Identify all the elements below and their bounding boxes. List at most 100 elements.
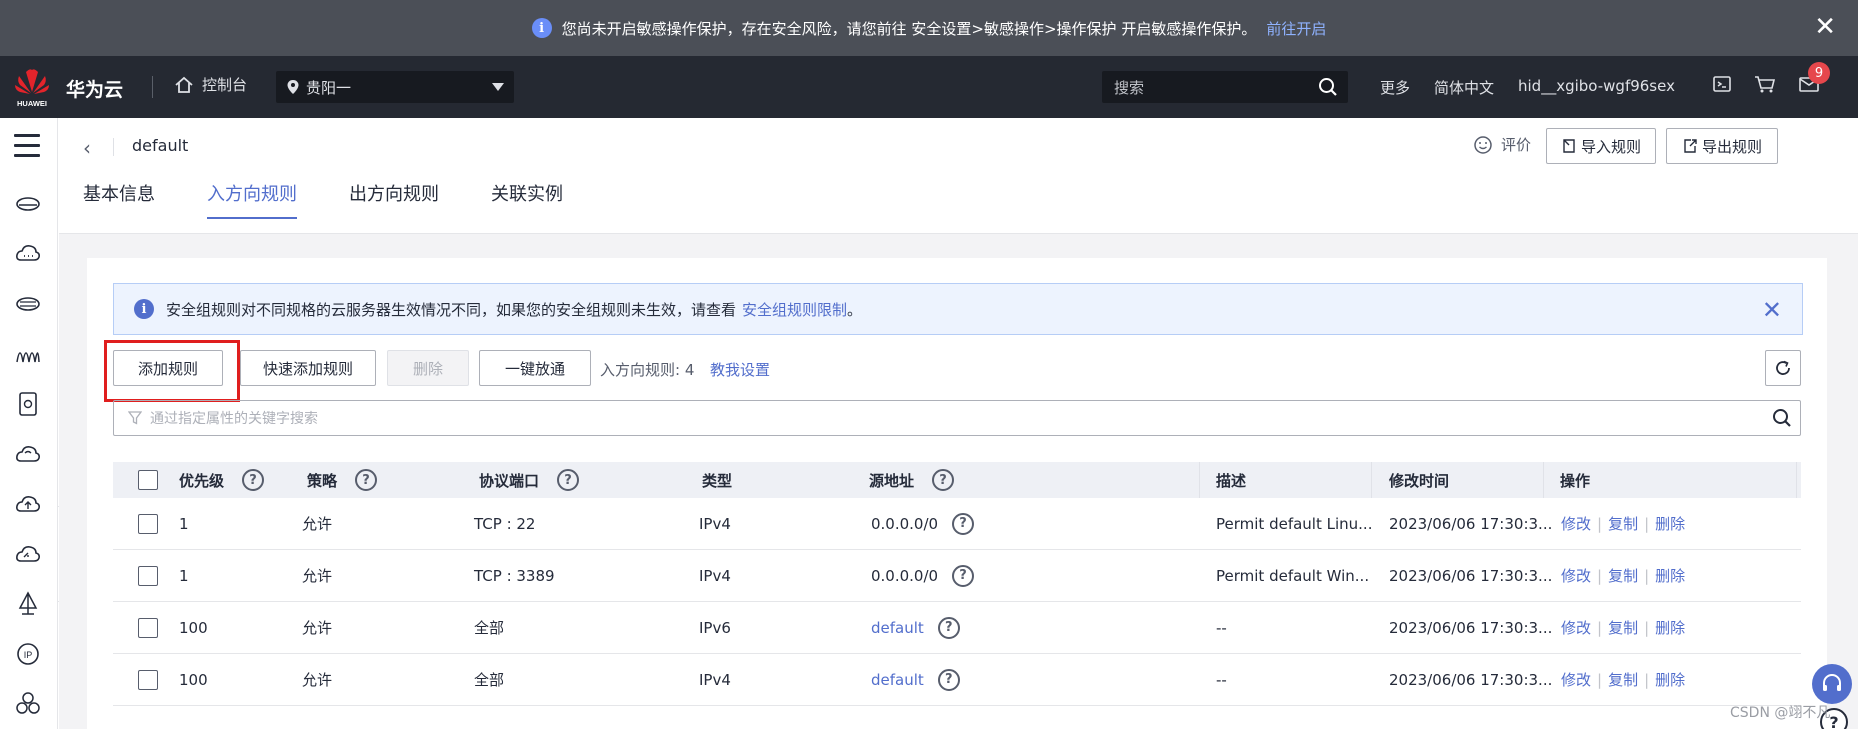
cell-policy: 允许: [302, 567, 333, 585]
copy-link[interactable]: 复制: [1608, 617, 1638, 638]
notice-enable-link[interactable]: 前往开启: [1266, 18, 1326, 39]
select-all-checkbox[interactable]: [138, 470, 158, 490]
help-icon[interactable]: ?: [557, 469, 580, 491]
delete-button[interactable]: 删除: [387, 350, 469, 386]
row-checkbox[interactable]: [138, 669, 158, 690]
help-icon[interactable]: ?: [952, 564, 975, 587]
location-pin-icon: [287, 80, 299, 94]
row-checkbox[interactable]: [138, 617, 158, 638]
info-icon: i: [531, 18, 552, 38]
close-icon[interactable]: ✕: [1762, 296, 1782, 324]
tab-outbound-rules[interactable]: 出方向规则: [349, 180, 439, 219]
language-menu[interactable]: 简体中文: [1434, 77, 1494, 98]
tab-inbound-rules[interactable]: 入方向规则: [207, 180, 297, 219]
info-icon: i: [134, 299, 154, 319]
rule-limits-link[interactable]: 安全组规则限制: [742, 299, 847, 320]
server-icon[interactable]: [14, 190, 42, 218]
huawei-logo[interactable]: HUAWEI: [12, 64, 52, 110]
teach-me-link[interactable]: 教我设置: [710, 359, 770, 380]
header-search-input[interactable]: 搜索: [1102, 71, 1348, 103]
cluster-icon[interactable]: [14, 690, 42, 718]
cell-description: --: [1216, 670, 1227, 689]
edit-link[interactable]: 修改: [1561, 669, 1591, 690]
more-menu[interactable]: 更多: [1380, 77, 1410, 98]
menu-icon[interactable]: [14, 134, 40, 164]
terminal-icon[interactable]: [1712, 74, 1732, 94]
cart-icon[interactable]: [1754, 74, 1776, 94]
header-description[interactable]: 描述: [1216, 470, 1246, 491]
quick-add-rule-button[interactable]: 快速添加规则: [240, 350, 376, 386]
cell-modified-time: 2023/06/06 17:30:3...: [1389, 618, 1553, 637]
row-checkbox[interactable]: [138, 565, 158, 586]
title-divider: [113, 138, 114, 156]
storage-icon[interactable]: [14, 290, 42, 318]
cell-type: IPv6: [699, 618, 731, 637]
column-divider[interactable]: [1796, 462, 1797, 498]
ip-icon[interactable]: IP: [14, 640, 42, 668]
search-icon[interactable]: [1772, 408, 1792, 428]
edit-link[interactable]: 修改: [1561, 513, 1591, 534]
header-policy[interactable]: 策略: [307, 470, 337, 491]
row-checkbox[interactable]: [138, 513, 158, 534]
delete-link[interactable]: 删除: [1655, 513, 1685, 534]
cell-priority: 1: [179, 566, 189, 585]
add-rule-highlight-box: [104, 340, 240, 402]
page-title: default: [132, 136, 189, 155]
cloud-icon[interactable]: [14, 240, 42, 268]
export-rules-button[interactable]: 导出规则: [1666, 128, 1778, 164]
edit-link[interactable]: 修改: [1561, 617, 1591, 638]
delete-link[interactable]: 删除: [1655, 669, 1685, 690]
user-menu[interactable]: hid__xgibo-wgf96sex: [1518, 77, 1675, 95]
header-priority[interactable]: 优先级: [179, 470, 224, 491]
refresh-button[interactable]: [1765, 350, 1801, 386]
column-divider[interactable]: [1199, 462, 1200, 498]
cell-source: 0.0.0.0/0: [871, 566, 939, 585]
help-icon[interactable]: ?: [937, 616, 960, 639]
export-icon: [1684, 139, 1697, 153]
cloud-monitor-icon[interactable]: [14, 540, 42, 568]
tab-basic-info[interactable]: 基本信息: [83, 180, 155, 219]
action-separator: |: [1597, 670, 1603, 689]
cloud-upload-icon[interactable]: [14, 490, 42, 518]
brand-name[interactable]: 华为云: [66, 75, 123, 102]
database-icon[interactable]: [14, 390, 42, 418]
header-modified-time[interactable]: 修改时间: [1389, 470, 1449, 491]
import-rules-button[interactable]: 导入规则: [1546, 128, 1656, 164]
help-icon[interactable]: ?: [242, 469, 265, 491]
table-row: 100 允许 全部 IPv6 default ? -- 2023/06/06 1…: [113, 602, 1801, 654]
help-icon[interactable]: ?: [932, 469, 955, 491]
sailboat-icon[interactable]: [14, 590, 42, 618]
header-source[interactable]: 源地址: [869, 470, 914, 491]
one-click-allow-button[interactable]: 一键放通: [479, 350, 591, 386]
rules-info-alert: i 安全组规则对不同规格的云服务器生效情况不同，如果您的安全组规则未生效，请查看…: [113, 283, 1803, 335]
search-icon[interactable]: [1318, 77, 1338, 97]
rate-button[interactable]: 评价: [1473, 134, 1531, 155]
help-icon[interactable]: ?: [937, 668, 960, 691]
network-icon[interactable]: [14, 340, 42, 368]
edit-link[interactable]: 修改: [1561, 565, 1591, 586]
back-icon[interactable]: ‹: [83, 136, 91, 160]
copy-link[interactable]: 复制: [1608, 513, 1638, 534]
rule-search-input[interactable]: 通过指定属性的关键字搜索: [113, 400, 1801, 436]
copy-link[interactable]: 复制: [1608, 565, 1638, 586]
region-select[interactable]: 贵阳一: [276, 71, 514, 103]
sensitive-operation-notice: i 您尚未开启敏感操作保护，存在安全风险，请您前往 安全设置>敏感操作>操作保护…: [0, 0, 1858, 56]
source-security-group-link[interactable]: default: [871, 671, 924, 689]
console-label: 控制台: [202, 76, 248, 94]
customer-service-button[interactable]: [1812, 664, 1852, 704]
notice-close-icon[interactable]: ✕: [1814, 14, 1836, 40]
cell-priority: 1: [179, 514, 189, 533]
help-icon[interactable]: ?: [952, 512, 975, 535]
delete-link[interactable]: 删除: [1655, 617, 1685, 638]
tab-associated-instances[interactable]: 关联实例: [491, 180, 563, 219]
copy-link[interactable]: 复制: [1608, 669, 1638, 690]
cloud-sync-icon[interactable]: [14, 440, 42, 468]
delete-link[interactable]: 删除: [1655, 565, 1685, 586]
column-divider[interactable]: [1543, 462, 1544, 498]
help-icon[interactable]: ?: [355, 469, 378, 491]
column-divider[interactable]: [1371, 462, 1372, 498]
console-link[interactable]: 控制台: [174, 74, 247, 95]
source-security-group-link[interactable]: default: [871, 619, 924, 637]
header-protocol-port[interactable]: 协议端口: [479, 470, 539, 491]
header-type[interactable]: 类型: [702, 470, 732, 491]
